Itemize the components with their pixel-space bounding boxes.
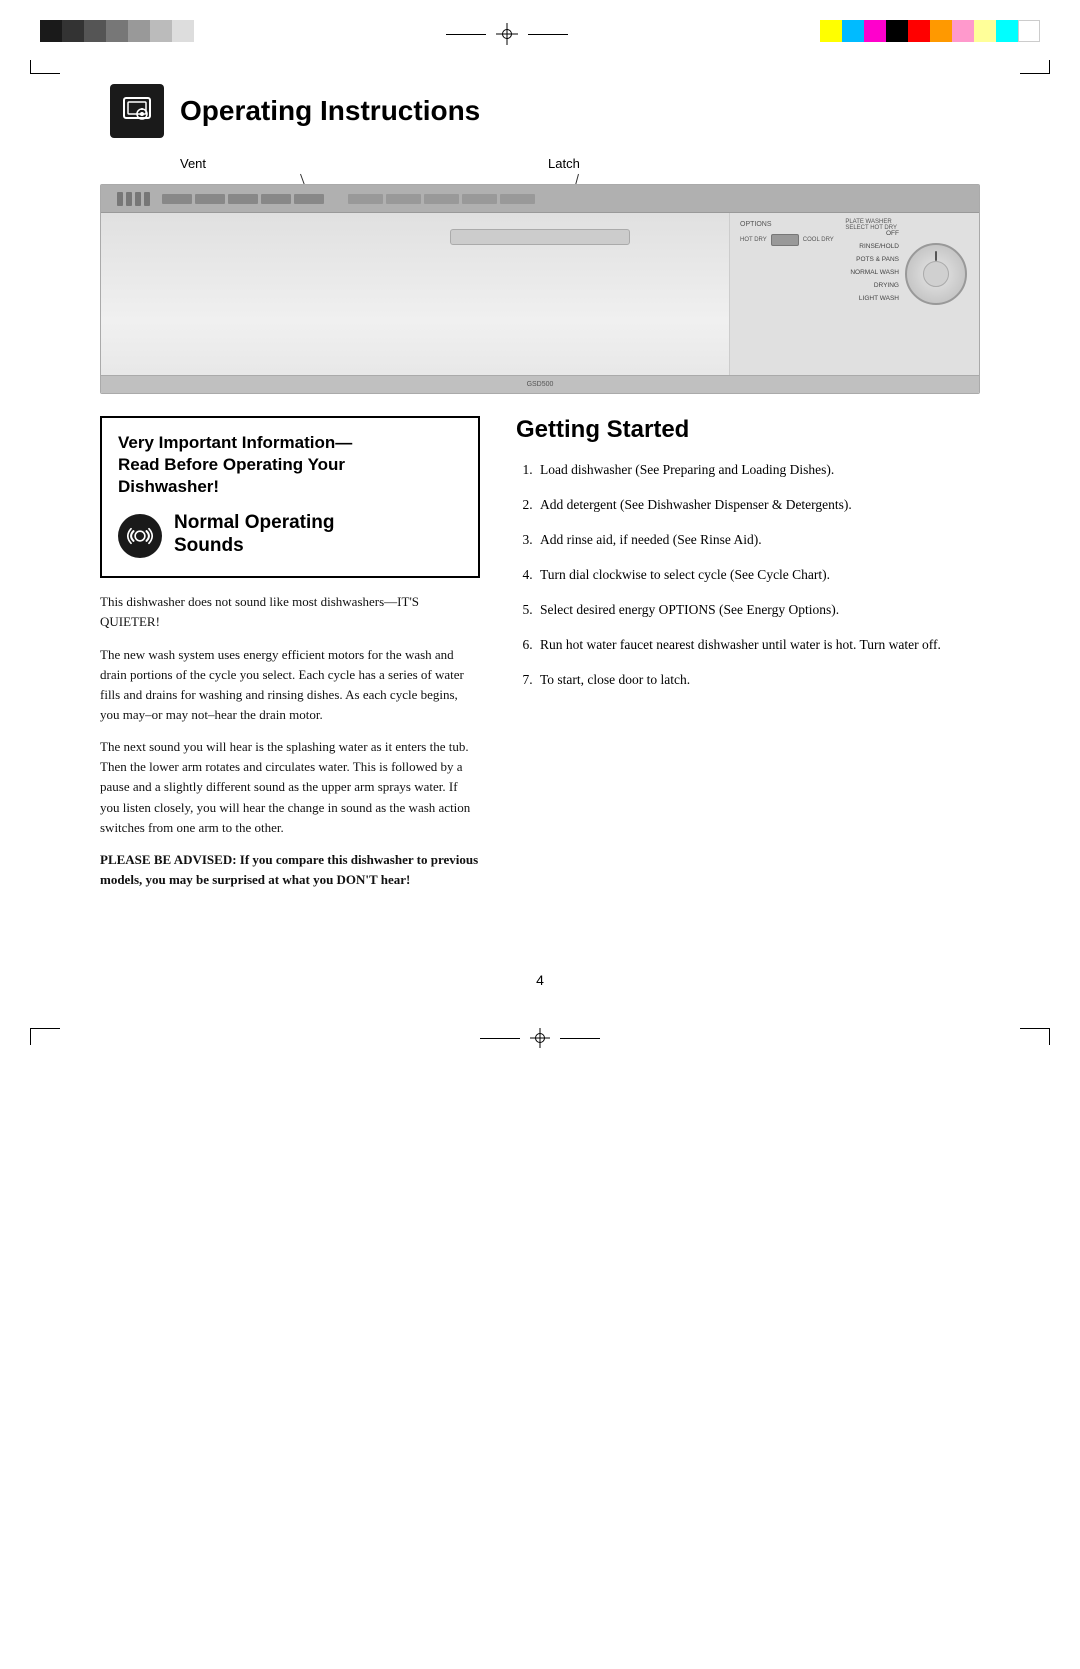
sounds-title: Normal Operating Sounds bbox=[174, 512, 334, 558]
getting-started-title: Getting Started bbox=[516, 416, 980, 444]
color-swatch bbox=[1018, 20, 1040, 42]
section-header: Operating Instructions bbox=[100, 84, 980, 138]
top-registration-area bbox=[0, 0, 1080, 60]
step-7: To start, close door to latch. bbox=[536, 670, 980, 691]
right-column: Getting Started Load dishwasher (See Pre… bbox=[516, 416, 980, 902]
cycle-dial bbox=[905, 243, 967, 305]
dishwasher-bottom-strip: GSD500 bbox=[101, 375, 979, 393]
dial-pointer bbox=[935, 251, 937, 261]
color-swatch bbox=[864, 20, 886, 42]
sound-waves-svg bbox=[127, 523, 153, 549]
step-1: Load dishwasher (See Preparing and Loadi… bbox=[536, 460, 980, 481]
color-swatch bbox=[842, 20, 864, 42]
toggle-cool-label: COOL DRY bbox=[803, 237, 834, 243]
diagram-wrapper: Vent Latch bbox=[100, 156, 980, 394]
vent-label: Vent bbox=[180, 156, 206, 171]
page-number: 4 bbox=[536, 972, 544, 988]
color-swatch bbox=[996, 20, 1018, 42]
dishwasher-control-panel: OPTIONS HOT DRY COOL DRY OFF RINSE/HOLD … bbox=[729, 213, 979, 393]
step-4: Turn dial clockwise to select cycle (See… bbox=[536, 565, 980, 586]
dishwasher-diagram-image: OPTIONS HOT DRY COOL DRY OFF RINSE/HOLD … bbox=[100, 184, 980, 394]
dishwasher-body: OPTIONS HOT DRY COOL DRY OFF RINSE/HOLD … bbox=[101, 213, 979, 393]
color-swatch bbox=[40, 20, 62, 42]
latch-label: Latch bbox=[548, 156, 580, 171]
dishwasher-icon-svg bbox=[120, 94, 154, 128]
color-swatch bbox=[930, 20, 952, 42]
left-body-text: This dishwasher does not sound like most… bbox=[100, 592, 480, 890]
paragraph-3: The next sound you will hear is the spla… bbox=[100, 737, 480, 838]
reg-line-left bbox=[446, 34, 486, 35]
color-swatch bbox=[128, 20, 150, 42]
color-swatch bbox=[820, 20, 842, 42]
bottom-center-reg bbox=[480, 1028, 600, 1048]
color-swatch bbox=[150, 20, 172, 42]
reg-mark-center bbox=[496, 23, 518, 45]
color-swatch bbox=[84, 20, 106, 42]
step-2: Add detergent (See Dishwasher Dispenser … bbox=[536, 495, 980, 516]
paragraph-4: PLEASE BE ADVISED: If you compare this d… bbox=[100, 850, 480, 890]
getting-started-steps: Load dishwasher (See Preparing and Loadi… bbox=[516, 460, 980, 690]
color-swatch bbox=[952, 20, 974, 42]
sounds-icon bbox=[118, 514, 162, 558]
important-info-box: Very Important Information— Read Before … bbox=[100, 416, 480, 578]
toggle-hot-label: HOT DRY bbox=[740, 237, 767, 243]
main-content: Operating Instructions Vent Latch bbox=[0, 74, 1080, 988]
dial-labels: OFF RINSE/HOLD POTS & PANS NORMAL WASH D… bbox=[850, 227, 899, 305]
reg-line-right bbox=[528, 34, 568, 35]
color-swatch bbox=[974, 20, 996, 42]
paragraph-2: The new wash system uses energy efficien… bbox=[100, 645, 480, 726]
bottom-corner-marks bbox=[0, 1008, 1080, 1048]
color-swatch bbox=[172, 20, 194, 42]
page-number-area: 4 bbox=[100, 972, 980, 988]
step-6: Run hot water faucet nearest dishwasher … bbox=[536, 635, 980, 656]
step-5: Select desired energy OPTIONS (See Energ… bbox=[536, 600, 980, 621]
sounds-section: Normal Operating Sounds bbox=[118, 512, 462, 558]
corner-mark-bottom-right bbox=[1020, 1028, 1050, 1048]
model-text: GSD500 bbox=[527, 381, 554, 388]
color-swatch bbox=[908, 20, 930, 42]
paragraph-1: This dishwasher does not sound like most… bbox=[100, 592, 480, 632]
corner-mark-bottom-left bbox=[30, 1028, 60, 1048]
color-swatch bbox=[886, 20, 908, 42]
page-title: Operating Instructions bbox=[180, 95, 480, 127]
important-title: Very Important Information— Read Before … bbox=[118, 432, 462, 498]
corner-marks-top bbox=[0, 60, 1080, 74]
left-column: Very Important Information— Read Before … bbox=[100, 416, 480, 902]
color-swatch bbox=[106, 20, 128, 42]
color-swatch bbox=[62, 20, 84, 42]
dial-center bbox=[923, 261, 949, 287]
operating-instructions-icon bbox=[110, 84, 164, 138]
plate-washer-label: PLATE WASHERSELECT HOT DRY bbox=[845, 219, 897, 231]
dishwasher-handle bbox=[450, 229, 630, 245]
two-column-layout: Very Important Information— Read Before … bbox=[100, 416, 980, 902]
toggle-switch bbox=[771, 234, 799, 246]
step-3: Add rinse aid, if needed (See Rinse Aid)… bbox=[536, 530, 980, 551]
